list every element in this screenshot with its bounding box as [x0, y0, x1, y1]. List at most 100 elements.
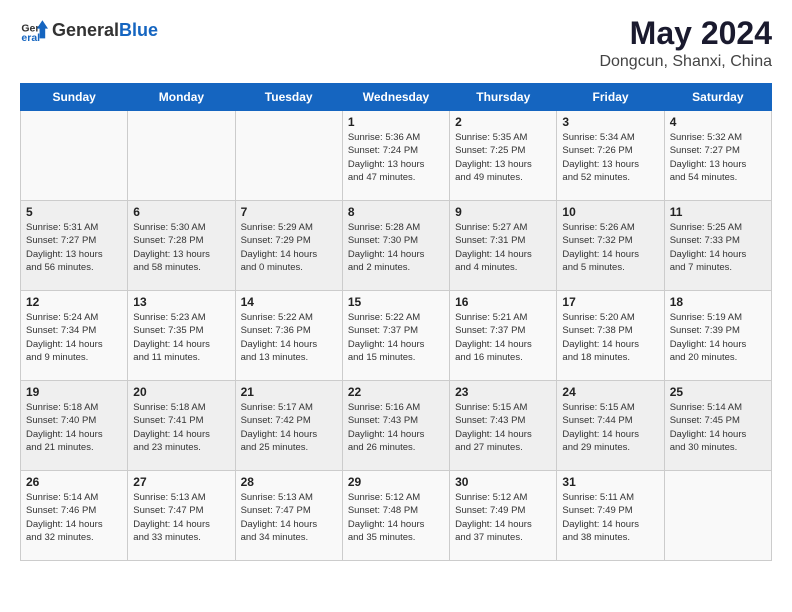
calendar-cell: 4 Sunrise: 5:32 AM Sunset: 7:27 PM Daylig… — [664, 111, 771, 201]
calendar-cell: 22 Sunrise: 5:16 AM Sunset: 7:43 PM Dayli… — [342, 381, 449, 471]
logo: Gen eral GeneralBlue — [20, 16, 158, 44]
day-number: 6 — [133, 205, 229, 219]
day-number: 27 — [133, 475, 229, 489]
calendar-week-row: 12Sunrise: 5:24 AM Sunset: 7:34 PM Dayli… — [21, 291, 772, 381]
calendar-cell: 28 Sunrise: 5:13 AM Sunset: 7:47 PM Dayli… — [235, 471, 342, 561]
day-info: Sunrise: 5:22 AM Sunset: 7:36 PM Dayligh… — [241, 311, 337, 364]
day-info: Sunrise: 5:13 AM Sunset: 7:47 PM Dayligh… — [241, 491, 337, 544]
day-info: Sunrise: 5:14 AM Sunset: 7:45 PM Dayligh… — [670, 401, 766, 454]
day-info: Sunrise: 5:35 AM Sunset: 7:25 PM Dayligh… — [455, 131, 551, 184]
calendar-cell: 30Sunrise: 5:12 AM Sunset: 7:49 PM Dayli… — [450, 471, 557, 561]
day-number: 31 — [562, 475, 658, 489]
day-number: 25 — [670, 385, 766, 399]
day-info: Sunrise: 5:19 AM Sunset: 7:39 PM Dayligh… — [670, 311, 766, 364]
calendar-week-row: 19Sunrise: 5:18 AM Sunset: 7:40 PM Dayli… — [21, 381, 772, 471]
weekday-header-friday: Friday — [557, 84, 664, 111]
svg-text:eral: eral — [21, 32, 40, 44]
day-info: Sunrise: 5:17 AM Sunset: 7:42 PM Dayligh… — [241, 401, 337, 454]
calendar-cell: 13 Sunrise: 5:23 AM Sunset: 7:35 PM Dayli… — [128, 291, 235, 381]
title-area: May 2024 Dongcun, Shanxi, China — [599, 16, 772, 71]
calendar-cell: 16 Sunrise: 5:21 AM Sunset: 7:37 PM Dayli… — [450, 291, 557, 381]
day-number: 15 — [348, 295, 444, 309]
calendar-cell: 2Sunrise: 5:35 AM Sunset: 7:25 PM Daylig… — [450, 111, 557, 201]
day-number: 3 — [562, 115, 658, 129]
calendar-cell — [664, 471, 771, 561]
day-number: 30 — [455, 475, 551, 489]
logo-general: General — [52, 20, 119, 41]
calendar-cell — [235, 111, 342, 201]
calendar-cell: 1 Sunrise: 5:36 AM Sunset: 7:24 PM Daylig… — [342, 111, 449, 201]
day-number: 9 — [455, 205, 551, 219]
day-info: Sunrise: 5:20 AM Sunset: 7:38 PM Dayligh… — [562, 311, 658, 364]
calendar-cell: 20 Sunrise: 5:18 AM Sunset: 7:41 PM Dayli… — [128, 381, 235, 471]
calendar-cell: 3Sunrise: 5:34 AM Sunset: 7:26 PM Daylig… — [557, 111, 664, 201]
calendar-cell: 23 Sunrise: 5:15 AM Sunset: 7:43 PM Dayli… — [450, 381, 557, 471]
calendar-cell: 6 Sunrise: 5:30 AM Sunset: 7:28 PM Daylig… — [128, 201, 235, 291]
day-number: 4 — [670, 115, 766, 129]
calendar-cell: 10Sunrise: 5:26 AM Sunset: 7:32 PM Dayli… — [557, 201, 664, 291]
calendar-cell: 9 Sunrise: 5:27 AM Sunset: 7:31 PM Daylig… — [450, 201, 557, 291]
day-info: Sunrise: 5:31 AM Sunset: 7:27 PM Dayligh… — [26, 221, 122, 274]
day-info: Sunrise: 5:25 AM Sunset: 7:33 PM Dayligh… — [670, 221, 766, 274]
calendar-cell — [21, 111, 128, 201]
day-number: 21 — [241, 385, 337, 399]
day-number: 20 — [133, 385, 229, 399]
page-header: Gen eral GeneralBlue May 2024 Dongcun, S… — [20, 16, 772, 71]
day-number: 17 — [562, 295, 658, 309]
weekday-header-tuesday: Tuesday — [235, 84, 342, 111]
day-info: Sunrise: 5:36 AM Sunset: 7:24 PM Dayligh… — [348, 131, 444, 184]
day-number: 18 — [670, 295, 766, 309]
calendar-cell: 15 Sunrise: 5:22 AM Sunset: 7:37 PM Dayli… — [342, 291, 449, 381]
day-info: Sunrise: 5:13 AM Sunset: 7:47 PM Dayligh… — [133, 491, 229, 544]
day-info: Sunrise: 5:14 AM Sunset: 7:46 PM Dayligh… — [26, 491, 122, 544]
day-info: Sunrise: 5:15 AM Sunset: 7:43 PM Dayligh… — [455, 401, 551, 454]
calendar-cell: 26Sunrise: 5:14 AM Sunset: 7:46 PM Dayli… — [21, 471, 128, 561]
day-info: Sunrise: 5:29 AM Sunset: 7:29 PM Dayligh… — [241, 221, 337, 274]
day-info: Sunrise: 5:12 AM Sunset: 7:48 PM Dayligh… — [348, 491, 444, 544]
weekday-header-wednesday: Wednesday — [342, 84, 449, 111]
calendar-cell: 7 Sunrise: 5:29 AM Sunset: 7:29 PM Daylig… — [235, 201, 342, 291]
day-info: Sunrise: 5:18 AM Sunset: 7:40 PM Dayligh… — [26, 401, 122, 454]
day-info: Sunrise: 5:23 AM Sunset: 7:35 PM Dayligh… — [133, 311, 229, 364]
calendar-cell: 19Sunrise: 5:18 AM Sunset: 7:40 PM Dayli… — [21, 381, 128, 471]
day-number: 12 — [26, 295, 122, 309]
day-info: Sunrise: 5:15 AM Sunset: 7:44 PM Dayligh… — [562, 401, 658, 454]
calendar-cell: 25 Sunrise: 5:14 AM Sunset: 7:45 PM Dayli… — [664, 381, 771, 471]
day-number: 11 — [670, 205, 766, 219]
day-info: Sunrise: 5:16 AM Sunset: 7:43 PM Dayligh… — [348, 401, 444, 454]
logo-blue: Blue — [119, 20, 158, 41]
day-number: 23 — [455, 385, 551, 399]
day-number: 24 — [562, 385, 658, 399]
day-number: 22 — [348, 385, 444, 399]
location-label: Dongcun, Shanxi, China — [599, 53, 772, 71]
logo-icon: Gen eral — [20, 16, 48, 44]
day-info: Sunrise: 5:22 AM Sunset: 7:37 PM Dayligh… — [348, 311, 444, 364]
calendar-table: SundayMondayTuesdayWednesdayThursdayFrid… — [20, 83, 772, 561]
day-info: Sunrise: 5:18 AM Sunset: 7:41 PM Dayligh… — [133, 401, 229, 454]
day-number: 14 — [241, 295, 337, 309]
day-info: Sunrise: 5:27 AM Sunset: 7:31 PM Dayligh… — [455, 221, 551, 274]
calendar-cell: 8Sunrise: 5:28 AM Sunset: 7:30 PM Daylig… — [342, 201, 449, 291]
calendar-cell: 21 Sunrise: 5:17 AM Sunset: 7:42 PM Dayli… — [235, 381, 342, 471]
calendar-cell: 31Sunrise: 5:11 AM Sunset: 7:49 PM Dayli… — [557, 471, 664, 561]
day-number: 28 — [241, 475, 337, 489]
day-info: Sunrise: 5:21 AM Sunset: 7:37 PM Dayligh… — [455, 311, 551, 364]
day-number: 1 — [348, 115, 444, 129]
calendar-cell: 17 Sunrise: 5:20 AM Sunset: 7:38 PM Dayli… — [557, 291, 664, 381]
weekday-header-monday: Monday — [128, 84, 235, 111]
weekday-header-thursday: Thursday — [450, 84, 557, 111]
calendar-cell: 24 Sunrise: 5:15 AM Sunset: 7:44 PM Dayli… — [557, 381, 664, 471]
month-year-title: May 2024 — [599, 16, 772, 51]
calendar-cell: 5Sunrise: 5:31 AM Sunset: 7:27 PM Daylig… — [21, 201, 128, 291]
day-number: 7 — [241, 205, 337, 219]
day-info: Sunrise: 5:32 AM Sunset: 7:27 PM Dayligh… — [670, 131, 766, 184]
calendar-cell: 12Sunrise: 5:24 AM Sunset: 7:34 PM Dayli… — [21, 291, 128, 381]
calendar-cell — [128, 111, 235, 201]
day-number: 13 — [133, 295, 229, 309]
calendar-week-row: 1 Sunrise: 5:36 AM Sunset: 7:24 PM Daylig… — [21, 111, 772, 201]
calendar-cell: 18 Sunrise: 5:19 AM Sunset: 7:39 PM Dayli… — [664, 291, 771, 381]
day-number: 16 — [455, 295, 551, 309]
day-info: Sunrise: 5:30 AM Sunset: 7:28 PM Dayligh… — [133, 221, 229, 274]
calendar-cell: 11 Sunrise: 5:25 AM Sunset: 7:33 PM Dayli… — [664, 201, 771, 291]
calendar-cell: 29Sunrise: 5:12 AM Sunset: 7:48 PM Dayli… — [342, 471, 449, 561]
